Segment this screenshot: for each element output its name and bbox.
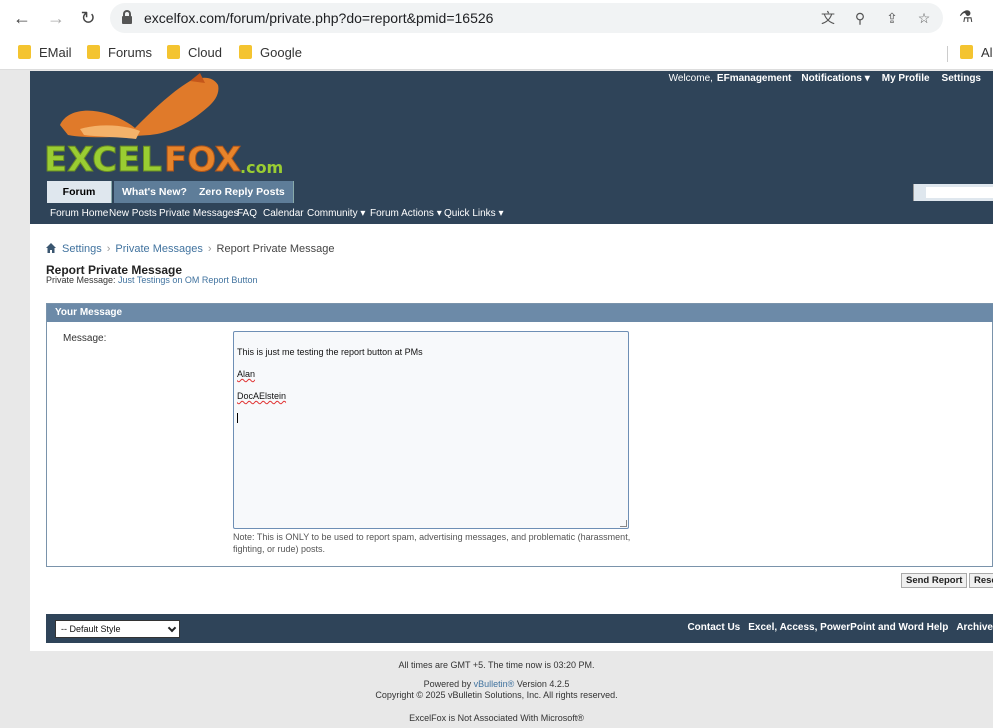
subnav-new-posts[interactable]: New Posts xyxy=(109,208,157,219)
extension-icon[interactable]: ⚗ xyxy=(954,6,978,30)
help-link[interactable]: Excel, Access, PowerPoint and Word Help xyxy=(748,622,948,633)
subnav-quick-links[interactable]: Quick Links ▾ xyxy=(444,208,503,219)
resize-grip-icon[interactable] xyxy=(620,520,627,527)
archive-link[interactable]: Archive xyxy=(956,622,993,633)
forum-page: EXCEL FOX .com Welcome, EFmanagement Notif… xyxy=(30,71,993,651)
bookmarks-bar: EMail Forums Cloud Google Al xyxy=(0,36,993,70)
breadcrumb-separator-icon: › xyxy=(207,243,212,255)
subnav-faq[interactable]: FAQ xyxy=(237,208,257,219)
folder-icon xyxy=(87,45,100,59)
bookmark-google[interactable]: Google xyxy=(239,45,302,63)
forward-arrow-icon[interactable]: → xyxy=(44,6,68,30)
notifications-menu[interactable]: Notifications ▾ xyxy=(801,73,869,84)
folder-icon xyxy=(18,45,31,59)
welcome-text: Welcome, xyxy=(668,73,713,84)
breadcrumb-separator-icon: › xyxy=(106,243,111,255)
subnav-calendar[interactable]: Calendar xyxy=(263,208,304,219)
page-subtitle: Private Message: Just Testings on OM Rep… xyxy=(46,275,258,285)
browser-toolbar: ← → ↻ excelfox.com/forum/private.php?do=… xyxy=(0,0,993,36)
bookmark-star-icon[interactable]: ☆ xyxy=(914,8,934,28)
footer-links: Contact Us Excel, Access, PowerPoint and … xyxy=(679,622,993,633)
back-arrow-icon[interactable]: ← xyxy=(10,6,34,30)
powered-by-text: Powered by vBulletin® Version 4.2.5 xyxy=(423,679,570,689)
bookmark-email[interactable]: EMail xyxy=(18,45,72,63)
settings-link[interactable]: Settings xyxy=(942,73,981,84)
svg-text:.com: .com xyxy=(240,158,283,177)
zoom-icon[interactable]: ⚲ xyxy=(850,8,870,28)
bookmark-all[interactable]: Al xyxy=(960,45,993,63)
copyright-text: Copyright © 2025 vBulletin Solutions, In… xyxy=(375,690,618,700)
folder-icon xyxy=(167,45,180,59)
folder-icon xyxy=(239,45,252,59)
report-note: Note: This is ONLY to be used to report … xyxy=(233,532,631,554)
style-select[interactable]: -- Default Style xyxy=(55,620,180,638)
bookmark-forums[interactable]: Forums xyxy=(87,45,152,63)
tab-zero-reply-posts[interactable]: Zero Reply Posts xyxy=(191,181,294,203)
subnav-forum-home[interactable]: Forum Home xyxy=(50,208,108,219)
subnav-community[interactable]: Community ▾ xyxy=(307,208,365,219)
reset-button[interactable]: Reset xyxy=(969,573,993,588)
folder-icon xyxy=(960,45,973,59)
site-header: EXCEL FOX .com Welcome, EFmanagement Notif… xyxy=(30,71,993,183)
breadcrumb-settings[interactable]: Settings xyxy=(62,243,102,255)
svg-text:EXCEL: EXCEL xyxy=(44,140,162,180)
panel-title: Your Message xyxy=(47,304,993,322)
message-label: Message: xyxy=(63,333,107,344)
nav-tabs: Forum What's New? Zero Reply Posts xyxy=(30,181,993,204)
breadcrumb-current: Report Private Message xyxy=(216,243,335,255)
user-links: Welcome, EFmanagement Notifications ▾ My Pr… xyxy=(659,73,981,84)
chevron-down-icon xyxy=(167,623,177,633)
search-box[interactable] xyxy=(913,184,993,201)
breadcrumb-private-messages[interactable]: Private Messages xyxy=(115,243,202,255)
url-text: excelfox.com/forum/private.php?do=report… xyxy=(144,10,494,26)
disclaimer-text: ExcelFox is Not Associated With Microsof… xyxy=(409,713,584,723)
breadcrumb: Settings › Private Messages › Report Private… xyxy=(46,243,335,255)
timezone-text: All times are GMT +5. The time now is 03… xyxy=(398,660,595,670)
vbulletin-link[interactable]: vBulletin® xyxy=(474,679,515,689)
private-message-link[interactable]: Just Testings on OM Report Button xyxy=(118,275,257,285)
footer-bar: -- Default Style Contact Us Excel, Access… xyxy=(46,614,993,643)
sub-navigation: Forum Home New Posts Private Messages FA… xyxy=(30,204,993,224)
home-icon[interactable] xyxy=(46,243,56,253)
tab-whats-new[interactable]: What's New? xyxy=(114,181,196,203)
reload-icon[interactable]: ↻ xyxy=(76,6,100,30)
bookmark-cloud[interactable]: Cloud xyxy=(167,45,222,63)
lock-icon[interactable] xyxy=(122,10,132,24)
tab-forum[interactable]: Forum xyxy=(47,181,112,203)
username-link[interactable]: EFmanagement xyxy=(717,73,791,84)
message-textarea[interactable]: This is just me testing the report butto… xyxy=(233,331,629,529)
subnav-forum-actions[interactable]: Forum Actions ▾ xyxy=(370,208,442,219)
your-message-panel: Your Message Message: This is just me te… xyxy=(46,303,993,567)
svg-text:FOX: FOX xyxy=(164,140,241,180)
share-icon[interactable]: ⇪ xyxy=(882,8,902,28)
contact-us-link[interactable]: Contact Us xyxy=(687,622,740,633)
address-bar[interactable]: excelfox.com/forum/private.php?do=report… xyxy=(110,3,943,33)
excelfox-logo[interactable]: EXCEL FOX .com xyxy=(40,73,300,181)
search-input[interactable] xyxy=(926,187,993,198)
translate-icon[interactable]: 文 xyxy=(818,8,838,28)
subnav-private-messages[interactable]: Private Messages xyxy=(159,208,238,219)
my-profile-link[interactable]: My Profile xyxy=(882,73,930,84)
text-cursor xyxy=(237,413,238,423)
send-report-button[interactable]: Send Report xyxy=(901,573,968,588)
